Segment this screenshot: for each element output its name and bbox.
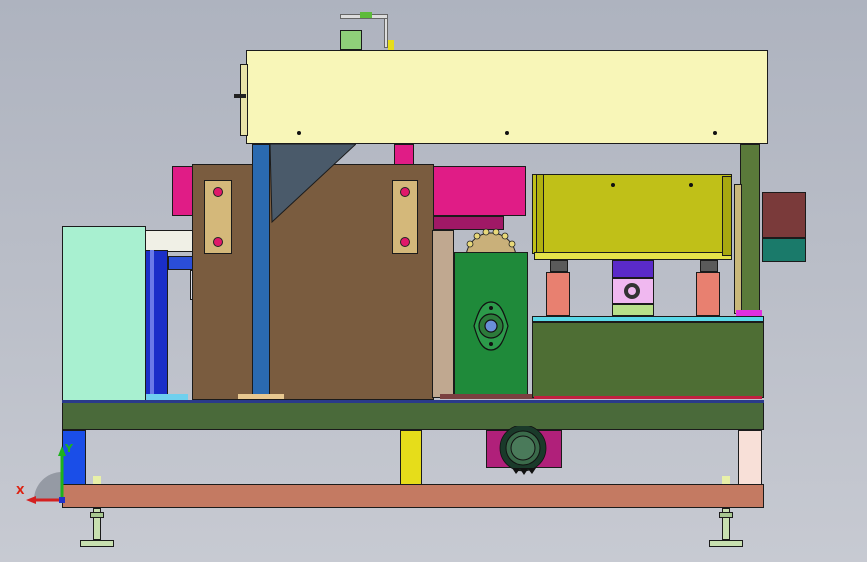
top-cover[interactable]: [246, 50, 768, 144]
cover-screw-3: [713, 131, 717, 135]
coordinate-triad: X Y: [14, 442, 84, 514]
cover-screw-1: [297, 131, 301, 135]
blue-post-left: [144, 250, 168, 396]
motor-gear-icon[interactable]: [494, 426, 552, 476]
right-block[interactable]: [532, 322, 764, 398]
bolt-hole: [213, 187, 223, 197]
x-axis-label: X: [16, 484, 25, 497]
magenta-guide-right[interactable]: [432, 166, 526, 216]
top-bracket-cap: [360, 12, 372, 18]
leg-pink: [738, 430, 762, 486]
lower-rail[interactable]: [62, 484, 764, 508]
brown-box[interactable]: [762, 192, 806, 238]
cylinder-right[interactable]: [696, 272, 720, 316]
cover-screw-2: [505, 131, 509, 135]
blue-post-highlight: [150, 250, 154, 396]
right-block-magenta-edge: [736, 310, 762, 316]
gear-housing-foot: [440, 394, 534, 399]
base-frame[interactable]: [62, 402, 764, 430]
triad-axes-icon: [26, 446, 66, 504]
leveling-foot-left-pad[interactable]: [80, 540, 114, 547]
bolt-hole: [400, 237, 410, 247]
right-block-base-line: [534, 396, 762, 399]
cad-viewport[interactable]: X Y: [0, 0, 867, 562]
base-frame-top-edge: [62, 400, 764, 403]
rail-pin-left: [93, 476, 101, 484]
right-post-tan: [734, 184, 742, 314]
hopper-chute: [270, 144, 356, 224]
right-post-green: [740, 144, 760, 314]
purple-block[interactable]: [612, 260, 654, 278]
leveling-foot-right-nut: [719, 512, 733, 518]
white-plate: [144, 230, 196, 252]
bolt-hole: [213, 237, 223, 247]
yellow-tray[interactable]: [532, 174, 732, 254]
mount-plate-right[interactable]: [392, 180, 418, 254]
tray-screw: [611, 183, 615, 187]
leveling-foot-left-nut: [90, 512, 104, 518]
tray-screw: [689, 183, 693, 187]
tray-lip: [534, 252, 732, 260]
rail-pin-right: [722, 476, 730, 484]
housing-side-strip: [432, 230, 454, 398]
cylinder-left[interactable]: [546, 272, 570, 316]
tray-side-left: [536, 174, 544, 258]
blue-support-post: [252, 144, 270, 398]
cover-side-bolt: [234, 94, 246, 98]
bearing-icon: [624, 283, 640, 299]
bolt-hole: [400, 187, 410, 197]
post-foot-plate: [238, 394, 284, 399]
tray-side-right: [722, 176, 732, 256]
y-axis-label: Y: [65, 442, 73, 455]
top-knob[interactable]: [340, 30, 362, 50]
green-cabinet[interactable]: [62, 226, 146, 402]
mount-plate-left[interactable]: [204, 180, 232, 254]
cylinder-left-cap: [550, 260, 568, 272]
bearing-flange-icon[interactable]: [470, 300, 512, 352]
leveling-foot-right-pad[interactable]: [709, 540, 743, 547]
green-pad: [612, 304, 654, 316]
leg-yellow: [400, 430, 422, 486]
magenta-rod[interactable]: [394, 144, 414, 166]
teal-box[interactable]: [762, 238, 806, 262]
cylinder-right-cap: [700, 260, 718, 272]
cover-side-flap: [240, 64, 248, 136]
